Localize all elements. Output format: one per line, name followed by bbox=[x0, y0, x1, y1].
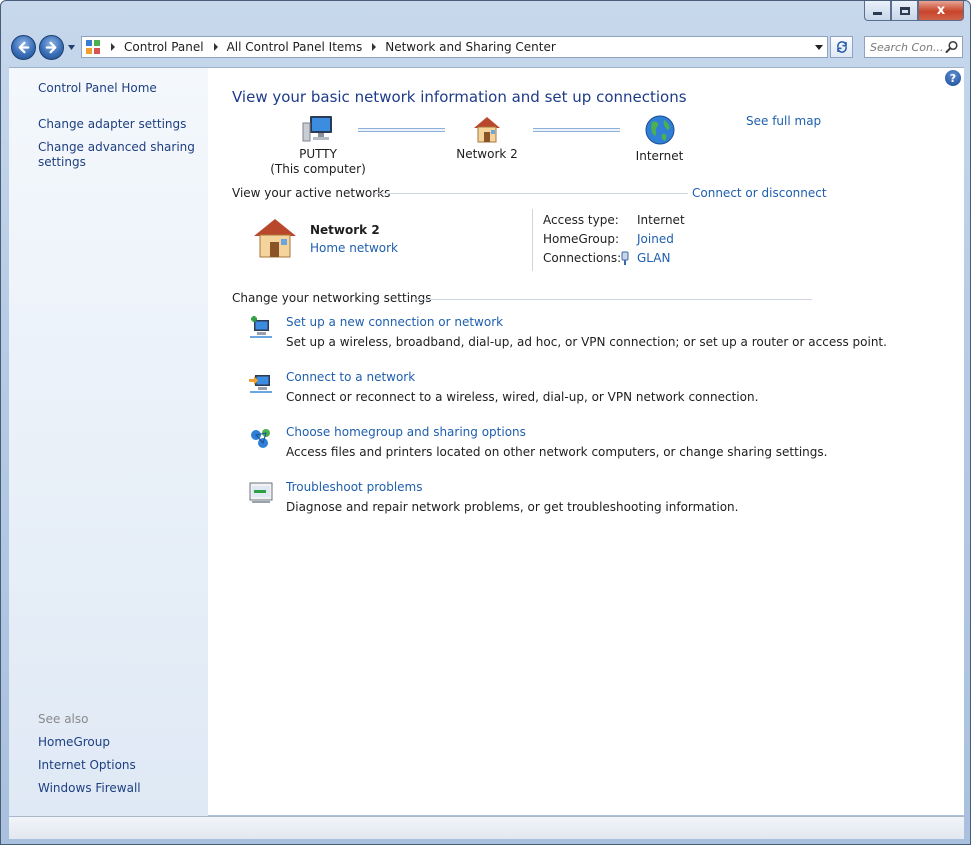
new-connection-icon bbox=[250, 316, 272, 338]
breadcrumb-control-panel[interactable]: Control Panel bbox=[124, 40, 204, 54]
sidebar-change-advanced-sharing[interactable]: Change advanced sharing settings bbox=[38, 140, 198, 170]
vertical-divider bbox=[532, 209, 533, 271]
status-bar bbox=[9, 816, 964, 839]
homegroup-joined-link[interactable]: Joined bbox=[637, 232, 674, 246]
maximize-button[interactable] bbox=[891, 1, 918, 21]
map-link-line bbox=[533, 128, 620, 132]
back-button[interactable] bbox=[11, 35, 36, 60]
active-networks-heading: View your active networks bbox=[232, 186, 391, 200]
task-pane: Control Panel Home Change adapter settin… bbox=[9, 68, 208, 816]
minimize-icon bbox=[873, 12, 882, 15]
address-dropdown-icon[interactable] bbox=[815, 45, 823, 50]
window-frame: x Control Panel All Control Panel Items … bbox=[0, 0, 971, 845]
home-network-icon bbox=[254, 219, 296, 258]
section-divider bbox=[374, 193, 688, 194]
connect-or-disconnect-link[interactable]: Connect or disconnect bbox=[692, 186, 827, 200]
caption-buttons: x bbox=[864, 1, 964, 22]
see-full-map-link[interactable]: See full map bbox=[746, 114, 821, 128]
close-icon: x bbox=[936, 3, 946, 18]
minimize-button[interactable] bbox=[864, 1, 891, 21]
connect-network-icon bbox=[249, 375, 272, 393]
home-network-icon bbox=[474, 117, 500, 143]
sidebar-change-adapter-settings[interactable]: Change adapter settings bbox=[38, 117, 186, 132]
breadcrumb-network-sharing[interactable]: Network and Sharing Center bbox=[385, 40, 556, 54]
task-troubleshoot-title[interactable]: Troubleshoot problems bbox=[286, 480, 422, 494]
close-button[interactable]: x bbox=[918, 1, 964, 21]
breadcrumb-separator-icon[interactable] bbox=[213, 43, 218, 51]
search-icon[interactable] bbox=[945, 40, 959, 54]
see-also-label: See also bbox=[38, 712, 89, 726]
map-network-name: Network 2 bbox=[456, 147, 518, 161]
task-connect-network-title[interactable]: Connect to a network bbox=[286, 370, 415, 384]
task-troubleshoot-desc: Diagnose and repair network problems, or… bbox=[286, 500, 739, 514]
computer-sub: (This computer) bbox=[270, 162, 366, 176]
sidebar-control-panel-home[interactable]: Control Panel Home bbox=[38, 81, 157, 96]
map-node-network[interactable]: Network 2 bbox=[447, 114, 527, 162]
section-divider bbox=[414, 299, 812, 300]
map-node-computer[interactable]: PUTTY (This computer) bbox=[268, 114, 368, 177]
troubleshoot-icon bbox=[249, 482, 273, 503]
task-new-connection-desc: Set up a wireless, broadband, dial-up, a… bbox=[286, 335, 887, 349]
network-type-link[interactable]: Home network bbox=[310, 241, 398, 255]
help-icon[interactable]: ? bbox=[945, 70, 961, 86]
search-input[interactable] bbox=[870, 40, 942, 54]
control-panel-icon bbox=[86, 40, 100, 54]
refresh-button[interactable] bbox=[830, 36, 853, 58]
task-new-connection-title[interactable]: Set up a new connection or network bbox=[286, 315, 503, 329]
ethernet-icon bbox=[621, 251, 629, 265]
computer-name: PUTTY bbox=[299, 147, 337, 161]
connections-label: Connections: bbox=[543, 251, 622, 265]
map-link-line bbox=[358, 128, 445, 132]
task-homegroup-title[interactable]: Choose homegroup and sharing options bbox=[286, 425, 526, 439]
search-box[interactable] bbox=[864, 36, 963, 58]
arrow-left-icon bbox=[18, 41, 30, 54]
homegroup-label: HomeGroup: bbox=[543, 232, 620, 246]
breadcrumb-separator-icon[interactable] bbox=[372, 43, 377, 51]
task-homegroup-desc: Access files and printers located on oth… bbox=[286, 445, 828, 459]
active-network-name: Network 2 bbox=[310, 223, 380, 237]
map-internet-label: Internet bbox=[635, 149, 684, 163]
task-connect-network-desc: Connect or reconnect to a wireless, wire… bbox=[286, 390, 759, 404]
maximize-icon bbox=[899, 6, 910, 15]
address-bar[interactable]: Control Panel All Control Panel Items Ne… bbox=[81, 36, 828, 58]
access-type-label: Access type: bbox=[543, 213, 619, 227]
sidebar-windows-firewall[interactable]: Windows Firewall bbox=[38, 781, 141, 796]
homegroup-icon bbox=[251, 429, 270, 448]
sidebar-internet-options[interactable]: Internet Options bbox=[38, 758, 136, 773]
arrow-right-icon bbox=[45, 41, 57, 54]
navigation-bar: Control Panel All Control Panel Items Ne… bbox=[9, 33, 963, 61]
page-title: View your basic network information and … bbox=[232, 88, 687, 106]
access-type-value: Internet bbox=[637, 213, 685, 227]
refresh-icon bbox=[836, 41, 847, 53]
forward-button[interactable] bbox=[39, 35, 64, 60]
content-area: Control Panel Home Change adapter settin… bbox=[9, 67, 964, 816]
map-node-internet[interactable]: Internet bbox=[622, 114, 697, 164]
sidebar-homegroup[interactable]: HomeGroup bbox=[38, 735, 110, 750]
computer-icon bbox=[302, 116, 332, 142]
breadcrumb-all-items[interactable]: All Control Panel Items bbox=[227, 40, 363, 54]
breadcrumb-separator-icon[interactable] bbox=[111, 43, 115, 51]
settings-heading: Change your networking settings bbox=[232, 291, 432, 305]
main-panel: ? View your basic network information an… bbox=[208, 68, 964, 815]
recent-pages-dropdown[interactable] bbox=[67, 43, 76, 52]
connection-glan-link[interactable]: GLAN bbox=[637, 251, 670, 265]
globe-icon bbox=[645, 115, 674, 145]
